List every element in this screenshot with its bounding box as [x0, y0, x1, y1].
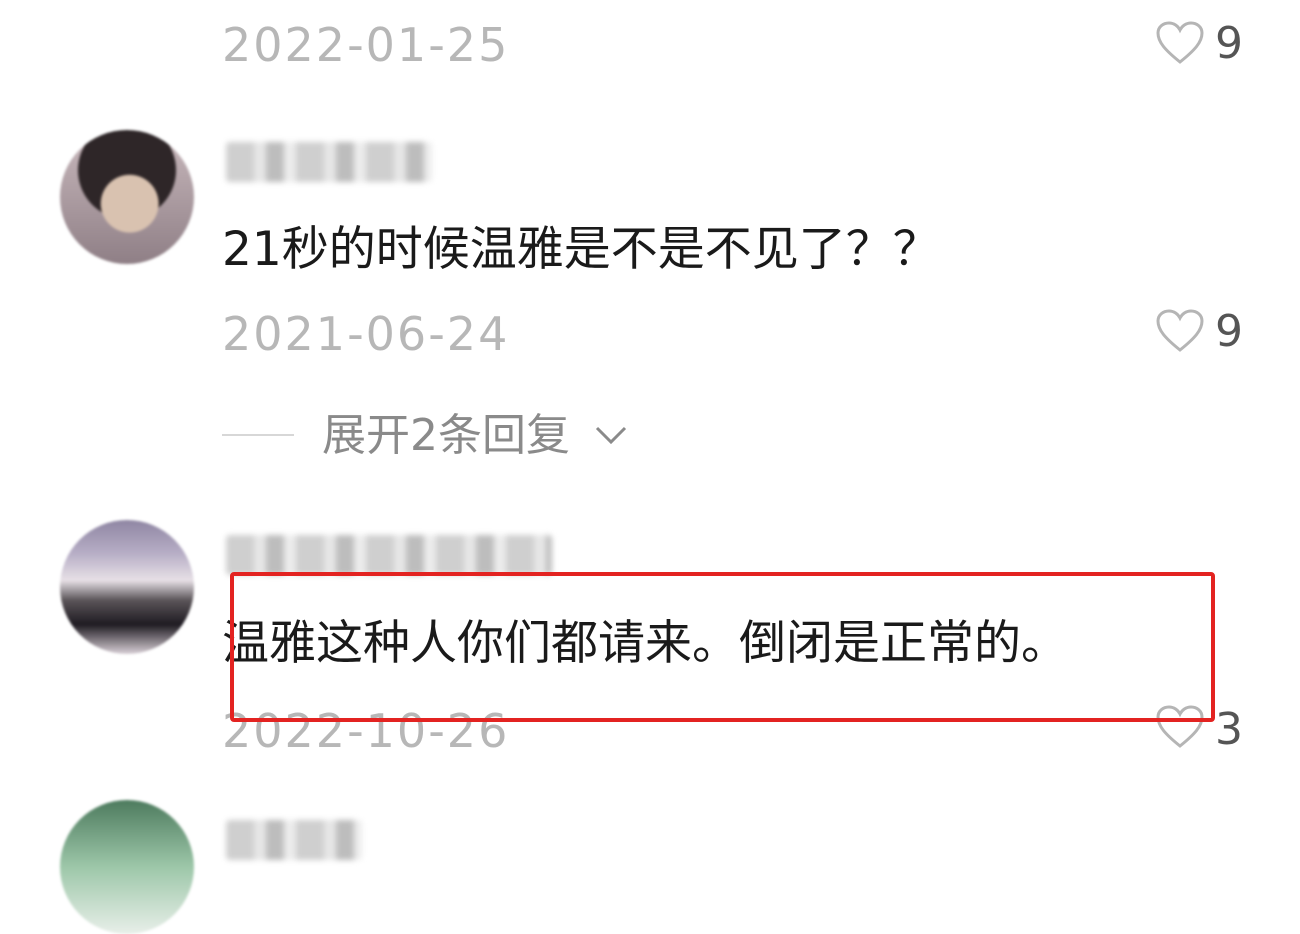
avatar[interactable] — [60, 520, 194, 654]
like-button[interactable]: 9 — [1155, 18, 1255, 68]
highlight-box — [230, 572, 1215, 722]
heart-icon — [1156, 21, 1204, 64]
avatar[interactable] — [60, 130, 194, 264]
heart-icon — [1156, 309, 1204, 352]
expand-replies-button[interactable]: 展开2条回复 — [322, 410, 642, 460]
comment-date: 2021-06-24 — [222, 307, 510, 361]
comment-date: 2022-01-25 — [222, 18, 510, 72]
chevron-down-icon — [595, 426, 627, 445]
username-blurred[interactable] — [226, 820, 362, 860]
like-count: 3 — [1215, 704, 1243, 755]
username-blurred[interactable] — [226, 142, 432, 182]
like-button[interactable]: 9 — [1155, 306, 1255, 356]
expand-divider — [222, 434, 294, 436]
like-count: 9 — [1215, 18, 1243, 69]
username-blurred[interactable] — [226, 535, 552, 575]
comment-text[interactable]: 21秒的时候温雅是不是不见了？？ — [222, 226, 940, 273]
avatar[interactable] — [60, 800, 194, 934]
like-count: 9 — [1215, 306, 1243, 357]
expand-replies-label: 展开2条回复 — [322, 410, 570, 461]
